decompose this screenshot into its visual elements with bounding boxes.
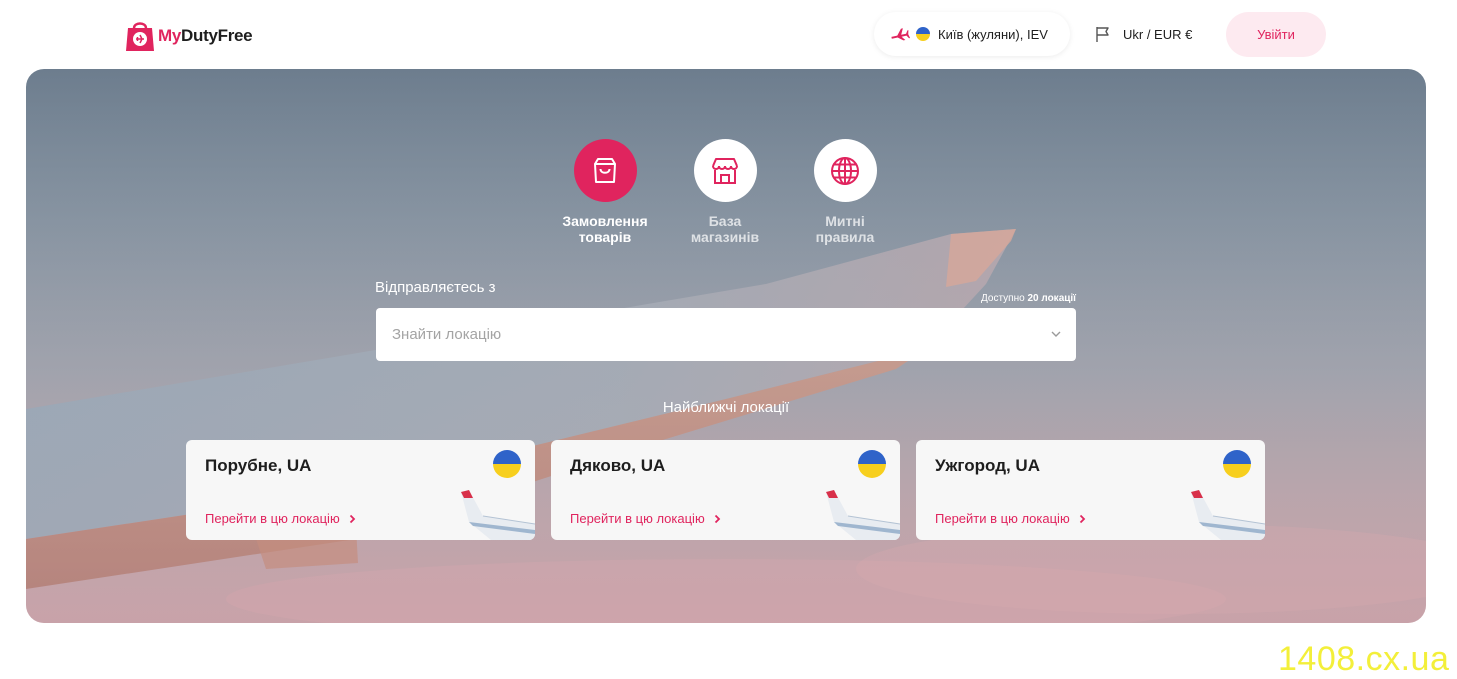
- language-currency-selector[interactable]: Ukr / EUR €: [1094, 24, 1192, 44]
- nav-order-goods[interactable]: Замовлення товарів: [555, 139, 655, 245]
- language-text: Ukr / EUR €: [1123, 26, 1193, 42]
- location-selector[interactable]: Київ (жуляни), IEV: [874, 12, 1070, 56]
- location-card-city: Ужгород, UA: [935, 456, 1040, 475]
- ukraine-flag-icon: [858, 450, 886, 478]
- location-text: Київ (жуляни), IEV: [938, 26, 1048, 42]
- airplane-wing-illustration: [1191, 490, 1265, 540]
- hero-section: Замовлення товарів База магазинів Митні …: [26, 69, 1426, 623]
- shopping-bag-icon: [594, 157, 616, 183]
- globe-icon: [831, 156, 859, 185]
- nav-label-line2: магазинів: [690, 229, 760, 245]
- location-search-input[interactable]: [392, 326, 1032, 343]
- logo[interactable]: MyDutyFree: [125, 19, 253, 53]
- store-icon: [712, 157, 738, 184]
- watermark: 1408.cx.ua: [1278, 640, 1450, 678]
- airplane-wing-illustration: [826, 490, 900, 540]
- available-locations-count: Доступно 20 локації: [981, 293, 1076, 304]
- nav-label-line1: Митні: [825, 213, 865, 229]
- ukraine-flag-icon: [1223, 450, 1251, 478]
- nav-label-line1: Замовлення: [562, 213, 648, 229]
- logo-text-my: My: [158, 26, 182, 45]
- nav-customs-rules[interactable]: Митні правила: [795, 139, 895, 245]
- go-to-location-link[interactable]: Перейти в цю локацію: [570, 511, 721, 526]
- airplane-icon: [891, 28, 910, 41]
- location-search-dropdown[interactable]: [376, 308, 1076, 361]
- location-card[interactable]: Порубне, UA Перейти в цю локацію: [186, 440, 535, 540]
- ukraine-flag-icon: [916, 27, 930, 41]
- chevron-right-icon: [1079, 514, 1085, 523]
- location-card-city: Дяково, UA: [570, 456, 666, 475]
- flag-outline-icon: [1096, 27, 1109, 42]
- nearest-locations-title: Найближчі локації: [662, 399, 790, 416]
- nav-label-line2: товарів: [578, 229, 632, 245]
- chevron-down-icon[interactable]: [1050, 328, 1062, 340]
- chevron-right-icon: [714, 514, 720, 523]
- location-card-city: Порубне, UA: [205, 456, 312, 475]
- nav-label-line1: База: [708, 213, 742, 229]
- location-card[interactable]: Дяково, UA Перейти в цю локацію: [551, 440, 900, 540]
- nav-label-line2: правила: [815, 229, 875, 245]
- ukraine-flag-icon: [493, 450, 521, 478]
- go-to-location-link[interactable]: Перейти в цю локацію: [935, 511, 1086, 526]
- go-to-location-link[interactable]: Перейти в цю локацію: [205, 511, 356, 526]
- chevron-right-icon: [349, 514, 355, 523]
- location-card[interactable]: Ужгород, UA Перейти в цю локацію: [916, 440, 1265, 540]
- airplane-wing-illustration: [461, 490, 535, 540]
- header: MyDutyFree Київ (жуляни), IEV Ukr / EUR …: [0, 0, 1457, 66]
- nav-store-base[interactable]: База магазинів: [675, 139, 775, 245]
- logo-text-rest: DutyFree: [181, 26, 253, 45]
- login-button[interactable]: Увійти: [1226, 12, 1326, 57]
- departure-label: Відправляєтесь з: [375, 279, 496, 296]
- shopping-bag-logo-icon: [126, 22, 154, 51]
